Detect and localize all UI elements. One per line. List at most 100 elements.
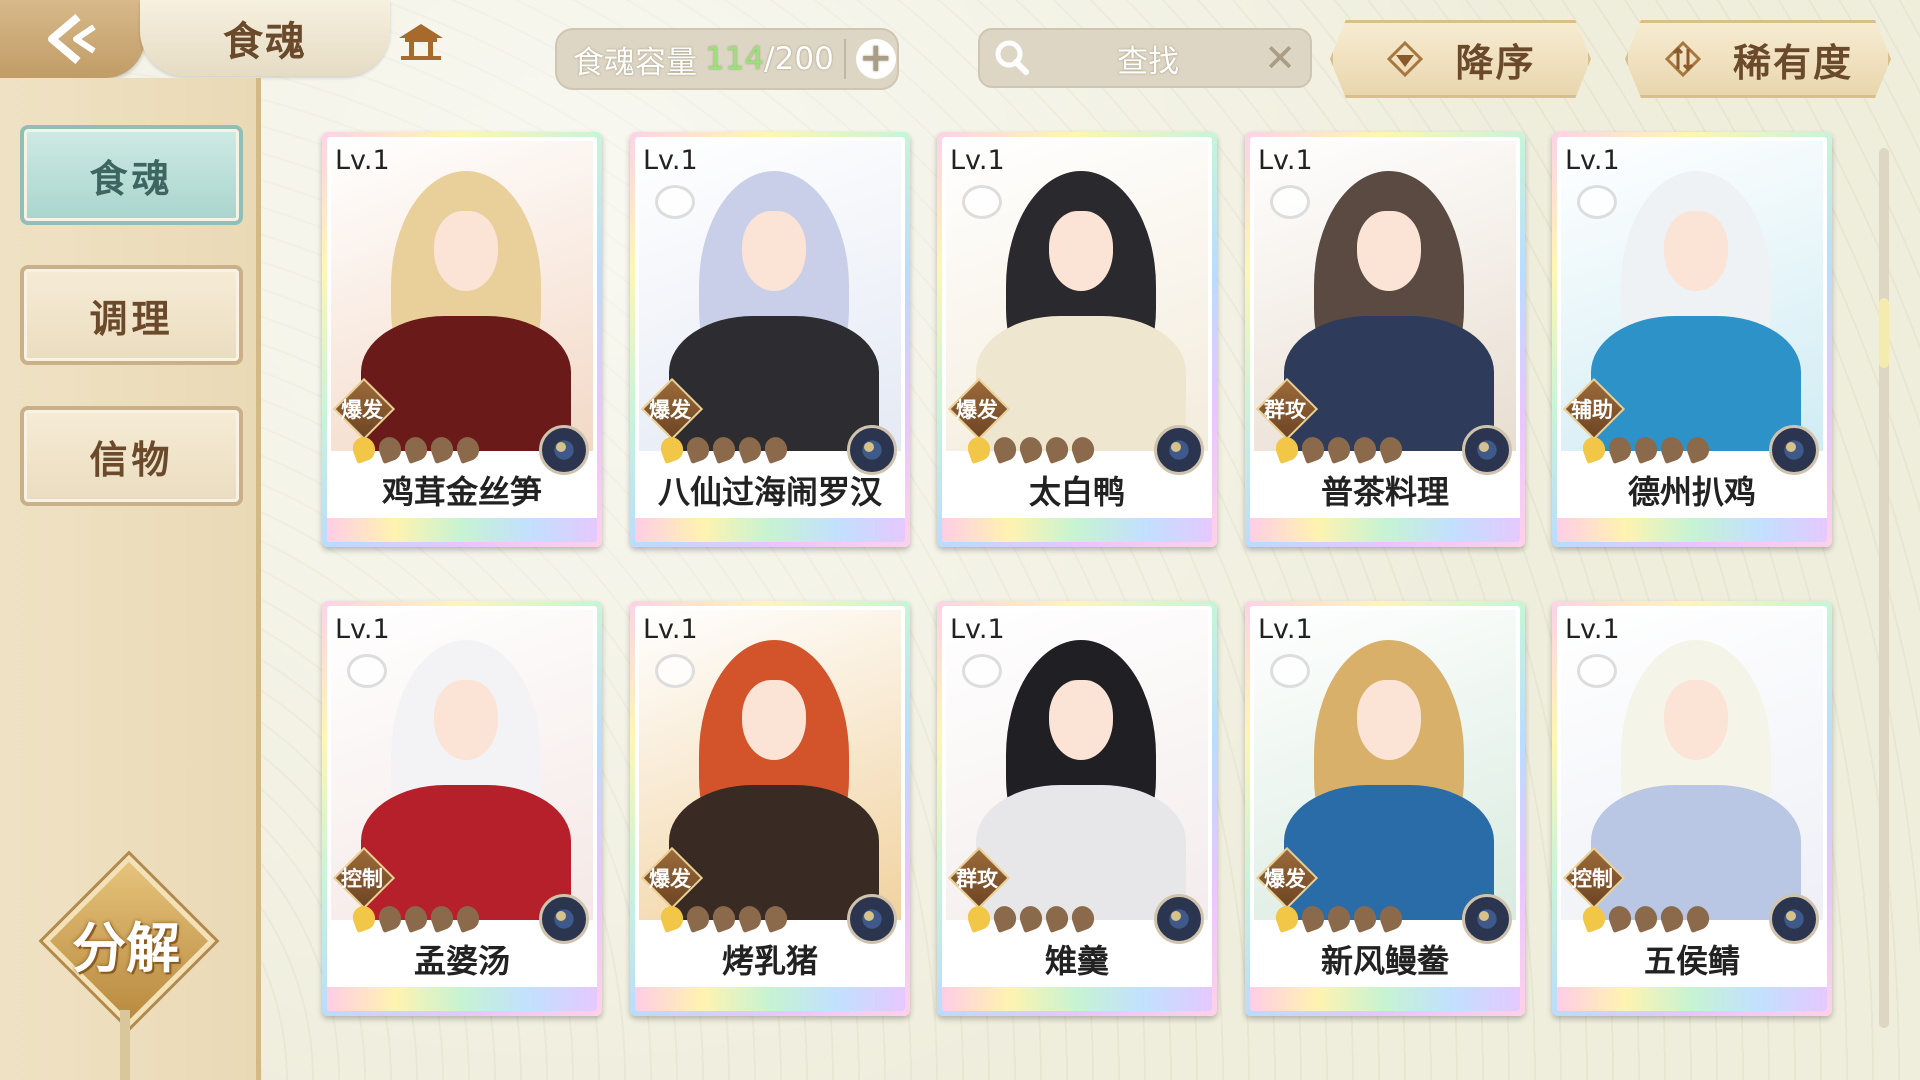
bowl-icon xyxy=(1577,654,1617,688)
star-icon xyxy=(1376,902,1406,934)
level-label: Lv.1 xyxy=(950,614,1005,645)
star-icon xyxy=(1068,433,1098,465)
portrait-face xyxy=(1049,680,1113,760)
food-soul-card[interactable]: Lv.1 控制 孟婆汤 xyxy=(322,601,602,1016)
scrollbar-thumb[interactable] xyxy=(1879,298,1889,368)
food-soul-card[interactable]: Lv.1 爆发 八仙过海闹罗汉 xyxy=(630,132,910,547)
role-tag-label: 群攻 xyxy=(956,867,998,891)
sidebar-item-tokens[interactable]: 信物 xyxy=(20,406,243,506)
role-tag: 爆发 xyxy=(640,377,704,441)
portrait-body xyxy=(361,316,571,451)
food-soul-card[interactable]: Lv.1 控制 五侯鲭 xyxy=(1552,601,1832,1016)
level-label: Lv.1 xyxy=(1258,145,1313,176)
sidebar-item-food-souls[interactable]: 食魂 xyxy=(20,125,243,225)
bowl-icon xyxy=(1270,185,1310,219)
star-icon xyxy=(1657,902,1687,934)
rarity-strip xyxy=(942,987,1212,1011)
card-inner: Lv.1 控制 孟婆汤 xyxy=(327,606,597,1011)
character-name: 五侯鲭 xyxy=(1643,942,1740,980)
rarity-strip xyxy=(327,987,597,1011)
level-label: Lv.1 xyxy=(643,145,698,176)
star-icon xyxy=(964,433,994,465)
sidebar-item-cooking[interactable]: 调理 xyxy=(20,265,243,365)
food-soul-card[interactable]: Lv.1 爆发 太白鸭 xyxy=(937,132,1217,547)
role-tag: 爆发 xyxy=(640,846,704,910)
card-inner: Lv.1 群攻 雉羹 xyxy=(942,606,1212,1011)
level-label: Lv.1 xyxy=(643,614,698,645)
star-rating xyxy=(964,902,1098,934)
capacity-label: 食魂容量 xyxy=(573,44,697,81)
card-inner: Lv.1 爆发 八仙过海闹罗汉 xyxy=(635,137,905,542)
star-icon xyxy=(990,433,1020,465)
rarity-strip xyxy=(1557,987,1827,1011)
search-input[interactable]: 查找 xyxy=(1032,36,1264,81)
page-title: 食魂 xyxy=(140,0,390,76)
character-name: 烤乳猪 xyxy=(721,942,818,980)
star-icon xyxy=(427,902,457,934)
star-icon xyxy=(1068,902,1098,934)
star-icon xyxy=(1324,433,1354,465)
star-icon xyxy=(761,902,791,934)
star-icon xyxy=(1605,433,1635,465)
role-tag-label: 辅助 xyxy=(1571,398,1613,422)
portrait-body xyxy=(361,785,571,920)
rarity-strip xyxy=(1557,518,1827,542)
food-soul-card[interactable]: Lv.1 爆发 鸡茸金丝笋 xyxy=(322,132,602,547)
portrait-body xyxy=(976,316,1186,451)
star-rating xyxy=(1272,902,1406,934)
food-soul-card[interactable]: Lv.1 群攻 普茶料理 xyxy=(1245,132,1525,547)
character-name: 德州扒鸡 xyxy=(1627,473,1756,511)
sort-order-label: 降序 xyxy=(1455,40,1536,85)
pavilion-icon[interactable] xyxy=(395,18,447,62)
portrait-face xyxy=(434,680,498,760)
clear-icon[interactable]: ✕ xyxy=(1264,36,1296,80)
food-soul-card[interactable]: Lv.1 群攻 雉羹 xyxy=(937,601,1217,1016)
star-icon xyxy=(657,433,687,465)
portrait-face xyxy=(1664,680,1728,760)
portrait-body xyxy=(1591,785,1801,920)
star-icon xyxy=(1042,433,1072,465)
role-tag-label: 爆发 xyxy=(956,398,998,422)
star-icon xyxy=(1579,902,1609,934)
bowl-icon xyxy=(962,654,1002,688)
portrait-body xyxy=(1284,785,1494,920)
star-icon xyxy=(1631,902,1661,934)
star-icon xyxy=(964,902,994,934)
scrollbar[interactable] xyxy=(1879,148,1889,1028)
decompose-button[interactable]: 分解 xyxy=(42,854,216,1028)
sort-order-button[interactable]: 降序 xyxy=(1330,20,1591,98)
star-icon xyxy=(709,902,739,934)
card-inner: Lv.1 爆发 新风鳗鲞 xyxy=(1250,606,1520,1011)
food-soul-card[interactable]: Lv.1 爆发 新风鳗鲞 xyxy=(1245,601,1525,1016)
star-icon xyxy=(1042,902,1072,934)
tassel-decoration xyxy=(120,1010,130,1080)
character-name: 孟婆汤 xyxy=(413,942,510,980)
role-tag-label: 群攻 xyxy=(1264,398,1306,422)
add-capacity-button[interactable]: + xyxy=(855,38,896,79)
star-icon xyxy=(401,433,431,465)
sidebar-item-label: 食魂 xyxy=(89,156,174,201)
star-icon xyxy=(761,433,791,465)
sort-by-button[interactable]: 稀有度 xyxy=(1625,20,1891,98)
star-rating xyxy=(657,902,791,934)
back-button[interactable] xyxy=(0,0,145,78)
down-triangle-icon xyxy=(1387,40,1424,78)
food-soul-card[interactable]: Lv.1 辅助德州扒鸡 xyxy=(1552,132,1832,547)
star-icon xyxy=(735,433,765,465)
portrait-body xyxy=(1284,316,1494,451)
role-tag: 群攻 xyxy=(1255,377,1319,441)
search-bar[interactable]: 查找 ✕ xyxy=(978,28,1312,88)
star-icon xyxy=(349,902,379,934)
star-icon xyxy=(349,433,379,465)
rarity-strip xyxy=(1250,518,1520,542)
card-inner: Lv.1 爆发 烤乳猪 xyxy=(635,606,905,1011)
back-arrow-icon xyxy=(47,13,96,65)
star-icon xyxy=(401,902,431,934)
level-label: Lv.1 xyxy=(1565,145,1620,176)
star-icon xyxy=(375,902,405,934)
star-icon xyxy=(990,902,1020,934)
portrait-body xyxy=(976,785,1186,920)
star-icon xyxy=(453,902,483,934)
level-label: Lv.1 xyxy=(1258,614,1313,645)
food-soul-card[interactable]: Lv.1 爆发 烤乳猪 xyxy=(630,601,910,1016)
